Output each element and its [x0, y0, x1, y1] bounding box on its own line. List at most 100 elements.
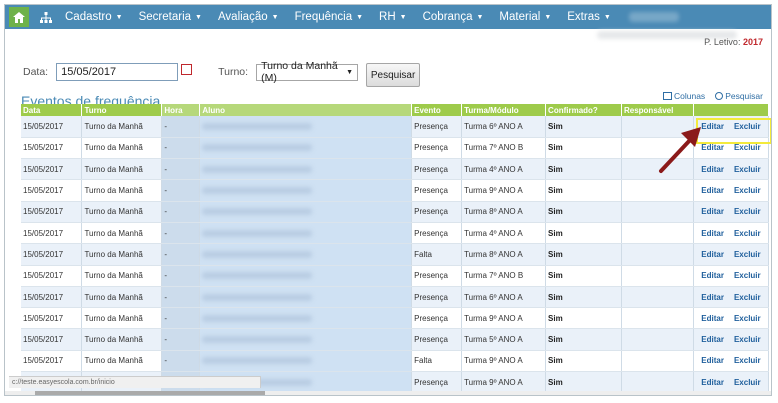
user-menu-blurred[interactable] — [628, 12, 679, 22]
table-row[interactable]: 15/05/2017 Turno da Manhã - Presença Turma 6… — [21, 286, 770, 309]
nav-item-5[interactable]: Cobrança ▼ — [415, 5, 492, 29]
nav-item-6[interactable]: Material ▼ — [491, 5, 559, 29]
edit-link[interactable]: Editar — [701, 335, 724, 344]
table-row[interactable]: 15/05/2017 Turno da Manhã - Falta Turma 9º A… — [21, 350, 770, 373]
column-header-1[interactable]: Turno — [81, 104, 163, 116]
cell-confirmado: Sim — [545, 350, 622, 373]
cell-actions: Editar Excluir — [693, 286, 770, 309]
delete-link[interactable]: Excluir — [734, 229, 761, 238]
cell-evento: Presença — [411, 328, 463, 351]
cell-hora: - — [161, 328, 201, 351]
delete-link[interactable]: Excluir — [734, 378, 761, 387]
cell-confirmado: Sim — [545, 179, 622, 202]
edit-link[interactable]: Editar — [701, 356, 724, 365]
cell-evento: Presença — [411, 179, 463, 202]
edit-link[interactable]: Editar — [701, 250, 724, 259]
edit-link[interactable]: Editar — [701, 378, 724, 387]
column-header-4[interactable]: Evento — [411, 104, 463, 116]
nav-item-label: Cobrança — [422, 11, 473, 23]
table-row[interactable]: 15/05/2017 Turno da Manhã - Presença Turma 7… — [21, 265, 770, 287]
column-header-6[interactable]: Confirmado? — [545, 104, 622, 116]
horizontal-scrollbar[interactable] — [5, 391, 771, 395]
cell-actions: Editar Excluir — [693, 371, 770, 394]
table-row[interactable]: 15/05/2017 Turno da Manhã - Presença Turma 5… — [21, 328, 770, 351]
table-row[interactable]: 15/05/2017 Turno da Manhã - Presença Turma 4… — [21, 222, 770, 245]
cell-data: 15/05/2017 — [21, 158, 83, 181]
table-row[interactable]: 15/05/2017Turno da Manhã- PresençaTurma 9… — [21, 179, 770, 202]
nav-item-label: RH — [379, 11, 396, 23]
cell-hora: - — [161, 307, 201, 330]
cell-hora: - — [161, 158, 201, 181]
cell-confirmado: Sim — [545, 265, 622, 287]
sitemap-icon — [40, 11, 52, 23]
cell-turma: Turma 4º ANO A — [461, 158, 547, 181]
column-header-7[interactable]: Responsável — [621, 104, 694, 116]
home-button[interactable] — [9, 7, 29, 27]
column-header-5[interactable]: Turma/Módulo — [461, 104, 547, 116]
search-button[interactable]: Pesquisar — [366, 63, 421, 87]
delete-link[interactable]: Excluir — [734, 356, 761, 365]
table-row[interactable]: 15/05/2017 Turno da Manhã - Presença Turma 8… — [21, 201, 770, 223]
cell-evento: Falta — [411, 350, 463, 373]
edit-link[interactable]: Editar — [701, 207, 724, 216]
delete-link[interactable]: Excluir — [734, 186, 761, 195]
turno-select-value: Turno da Manhã (M) — [261, 60, 338, 84]
cell-aluno-blurred — [199, 137, 413, 160]
edit-link[interactable]: Editar — [701, 229, 724, 238]
cell-turma: Turma 8º ANO A — [461, 201, 547, 223]
column-header-0[interactable]: Data — [21, 104, 83, 116]
cell-turno: Turno da Manhã — [81, 265, 163, 287]
cell-turma: Turma 7º ANO B — [461, 265, 547, 287]
nav-item-4[interactable]: RH ▼ — [371, 5, 415, 29]
cell-actions: Editar Excluir — [693, 179, 770, 202]
chevron-down-icon: ▼ — [544, 13, 552, 21]
cell-confirmado: Sim — [545, 286, 622, 309]
cell-data: 15/05/2017 — [21, 137, 83, 160]
delete-link[interactable]: Excluir — [734, 314, 761, 323]
cell-evento: Presença — [411, 286, 463, 309]
nav-item-1[interactable]: Secretaria ▼ — [131, 5, 210, 29]
cell-responsavel — [621, 222, 694, 245]
table-header-row: Data Turno Hora Aluno Evento Turma/Módulo Conf… — [21, 104, 770, 116]
nav-item-0[interactable]: Cadastro ▼ — [57, 5, 131, 29]
nav-item-label: Secretaria — [138, 11, 192, 23]
sitemap-button[interactable] — [35, 7, 57, 27]
turno-select[interactable]: Turno da Manhã (M) ▼ — [256, 60, 359, 84]
cell-confirmado: Sim — [545, 307, 622, 330]
cell-hora: - — [161, 116, 201, 138]
cell-evento: Presença — [411, 137, 463, 160]
edit-link[interactable]: Editar — [701, 271, 724, 280]
calendar-icon[interactable] — [181, 63, 193, 75]
delete-link[interactable]: Excluir — [734, 250, 761, 259]
nav-item-2[interactable]: Avaliação ▼ — [210, 5, 287, 29]
edit-link[interactable]: Editar — [701, 186, 724, 195]
chevron-down-icon: ▼ — [476, 13, 484, 21]
table-row[interactable]: 15/05/2017 Turno da Manhã - Falta Turma 8º A… — [21, 243, 770, 266]
delete-link[interactable]: Excluir — [734, 293, 761, 302]
filters-bar: Data: Turno: Turno da Manhã (M) ▼ Pesqui… — [23, 57, 421, 87]
cell-actions: Editar Excluir — [693, 201, 770, 223]
columns-link[interactable]: Colunas — [663, 91, 705, 101]
cell-turno: Turno da Manhã — [81, 243, 163, 266]
date-input[interactable] — [56, 63, 179, 81]
turno-label: Turno: — [218, 66, 249, 78]
delete-link[interactable]: Excluir — [734, 165, 761, 174]
column-header-2[interactable]: Hora — [161, 104, 201, 116]
delete-link[interactable]: Excluir — [734, 207, 761, 216]
nav-item-3[interactable]: Frequência ▼ — [287, 5, 371, 29]
cell-turno: Turno da Manhã — [81, 179, 163, 202]
delete-link[interactable]: Excluir — [734, 335, 761, 344]
cell-aluno-blurred — [199, 116, 413, 138]
chevron-down-icon: ▼ — [346, 68, 354, 76]
delete-link[interactable]: Excluir — [734, 271, 761, 280]
column-header-8[interactable] — [693, 104, 770, 116]
chevron-down-icon: ▼ — [603, 13, 611, 21]
cell-turma: Turma 9º ANO A — [461, 179, 547, 202]
column-header-3[interactable]: Aluno — [199, 104, 413, 116]
search-link[interactable]: Pesquisar — [715, 91, 763, 101]
table-row[interactable]: 15/05/2017Turno da Manhã- PresençaTurma 9… — [21, 307, 770, 330]
delete-link[interactable]: Excluir — [734, 143, 761, 152]
edit-link[interactable]: Editar — [701, 314, 724, 323]
nav-item-7[interactable]: Extras ▼ — [559, 5, 619, 29]
edit-link[interactable]: Editar — [701, 293, 724, 302]
